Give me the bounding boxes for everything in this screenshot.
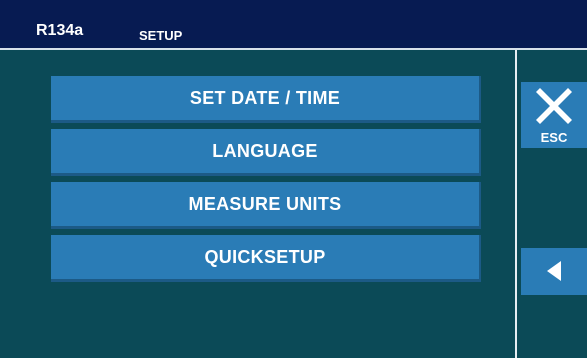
close-icon	[536, 88, 572, 124]
back-button[interactable]	[521, 248, 587, 295]
language-button[interactable]: LANGUAGE	[51, 129, 481, 176]
esc-label: ESC	[540, 130, 568, 145]
refrigerant-label: R134a	[36, 22, 84, 39]
arrow-left-icon	[547, 261, 561, 281]
measure-units-button[interactable]: MEASURE UNITS	[51, 182, 481, 229]
quicksetup-button[interactable]: QUICKSETUP	[51, 235, 481, 282]
set-date-time-button[interactable]: SET DATE / TIME	[51, 76, 481, 123]
page-title: SETUP	[139, 28, 183, 43]
esc-button[interactable]: ESC	[521, 82, 587, 148]
title-bar: R134a SETUP	[0, 0, 587, 50]
